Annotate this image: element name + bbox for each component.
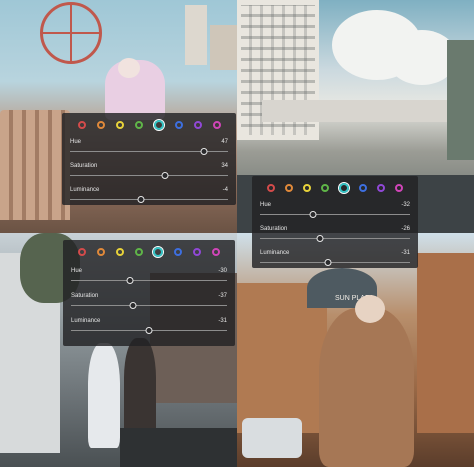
slider-track[interactable]: [260, 262, 410, 263]
slider-saturation[interactable]: Saturation 34: [70, 163, 228, 179]
green-swatch[interactable]: [134, 248, 143, 256]
slider-track[interactable]: [260, 238, 410, 239]
slider-value: 34: [221, 163, 228, 169]
magenta-swatch[interactable]: [212, 121, 221, 129]
slider-knob[interactable]: [309, 211, 316, 218]
slider-value: -32: [401, 202, 410, 208]
red-swatch[interactable]: [267, 184, 275, 192]
purple-swatch[interactable]: [377, 184, 385, 192]
plaza-building: [417, 253, 474, 433]
color-swatches: [63, 246, 235, 258]
person-figure: [124, 338, 156, 438]
green-swatch[interactable]: [134, 121, 143, 129]
slider-label: Saturation: [71, 293, 99, 299]
slider-track[interactable]: [70, 175, 228, 176]
yellow-swatch[interactable]: [115, 121, 124, 129]
person-figure: [88, 343, 120, 448]
orange-swatch[interactable]: [96, 121, 105, 129]
purple-swatch[interactable]: [192, 248, 201, 256]
overpass-roof: [262, 100, 462, 122]
slider-hue[interactable]: Hue -32: [260, 202, 410, 218]
color-swatches: [62, 119, 236, 131]
slider-knob[interactable]: [324, 259, 331, 266]
slider-hue[interactable]: Hue 47: [70, 139, 228, 155]
slider-knob[interactable]: [126, 277, 134, 284]
slider-value: -26: [401, 226, 410, 232]
road: [120, 428, 237, 467]
yellow-swatch[interactable]: [115, 248, 124, 256]
purple-swatch[interactable]: [193, 121, 202, 129]
slider-luminance[interactable]: Luminance -31: [260, 250, 410, 266]
slider-knob[interactable]: [316, 235, 324, 242]
slider-label: Hue: [260, 202, 272, 208]
hsl-panel: Hue -32 Saturation -26 Luminance -31: [252, 176, 418, 268]
aqua-swatch[interactable]: [153, 120, 164, 130]
magenta-swatch[interactable]: [395, 184, 403, 192]
blue-swatch[interactable]: [359, 184, 367, 192]
slider-label: Luminance: [260, 250, 290, 256]
aqua-swatch[interactable]: [153, 247, 164, 257]
slider-knob[interactable]: [137, 196, 145, 203]
red-swatch[interactable]: [77, 121, 86, 129]
slider-track[interactable]: [260, 214, 410, 215]
slider-track[interactable]: [71, 305, 227, 306]
slider-label: Hue: [71, 268, 83, 274]
slider-value: -4: [222, 187, 228, 193]
slider-knob[interactable]: [145, 327, 153, 334]
person-figure: [319, 308, 414, 467]
orange-swatch[interactable]: [285, 184, 293, 192]
slider-label: Luminance: [70, 187, 100, 193]
slider-knob[interactable]: [200, 148, 208, 155]
slider-knob[interactable]: [161, 172, 169, 179]
slider-value: -31: [401, 250, 410, 256]
trees: [447, 40, 474, 160]
background-building: [185, 5, 207, 65]
magenta-swatch[interactable]: [211, 248, 220, 256]
green-swatch[interactable]: [321, 184, 329, 192]
slider-label: Saturation: [260, 226, 288, 232]
orange-swatch[interactable]: [97, 248, 106, 256]
stone-railing: [0, 110, 70, 220]
hsl-panel: Hue -30 Saturation -37 Luminance -31: [63, 240, 235, 346]
slider-saturation[interactable]: Saturation -26: [260, 226, 410, 242]
slider-luminance[interactable]: Luminance -31: [71, 318, 227, 334]
slider-value: -30: [218, 268, 227, 274]
blue-swatch[interactable]: [174, 121, 183, 129]
red-swatch[interactable]: [78, 248, 87, 256]
hsl-panel: Hue 47 Saturation 34 Luminance -4: [62, 113, 236, 205]
person-head: [355, 295, 385, 323]
slider-track[interactable]: [70, 199, 228, 200]
yellow-swatch[interactable]: [303, 184, 311, 192]
slider-luminance[interactable]: Luminance -4: [70, 187, 228, 203]
photo-mall-plaza: SUN PLAZA: [237, 233, 474, 467]
slider-knob[interactable]: [129, 302, 137, 309]
slider-label: Hue: [70, 139, 82, 145]
slider-track[interactable]: [71, 280, 227, 281]
slider-value: -31: [218, 318, 227, 324]
slider-value: 47: [221, 139, 228, 145]
slider-label: Saturation: [70, 163, 98, 169]
aqua-swatch[interactable]: [339, 183, 349, 193]
background-building: [210, 25, 237, 70]
blue-swatch[interactable]: [174, 248, 183, 256]
slider-value: -37: [218, 293, 227, 299]
slider-hue[interactable]: Hue -30: [71, 268, 227, 284]
color-swatches: [252, 182, 418, 194]
car: [242, 418, 302, 458]
slider-label: Luminance: [71, 318, 101, 324]
ferris-wheel: [40, 2, 102, 64]
slider-saturation[interactable]: Saturation -37: [71, 293, 227, 309]
person-head: [118, 58, 140, 78]
